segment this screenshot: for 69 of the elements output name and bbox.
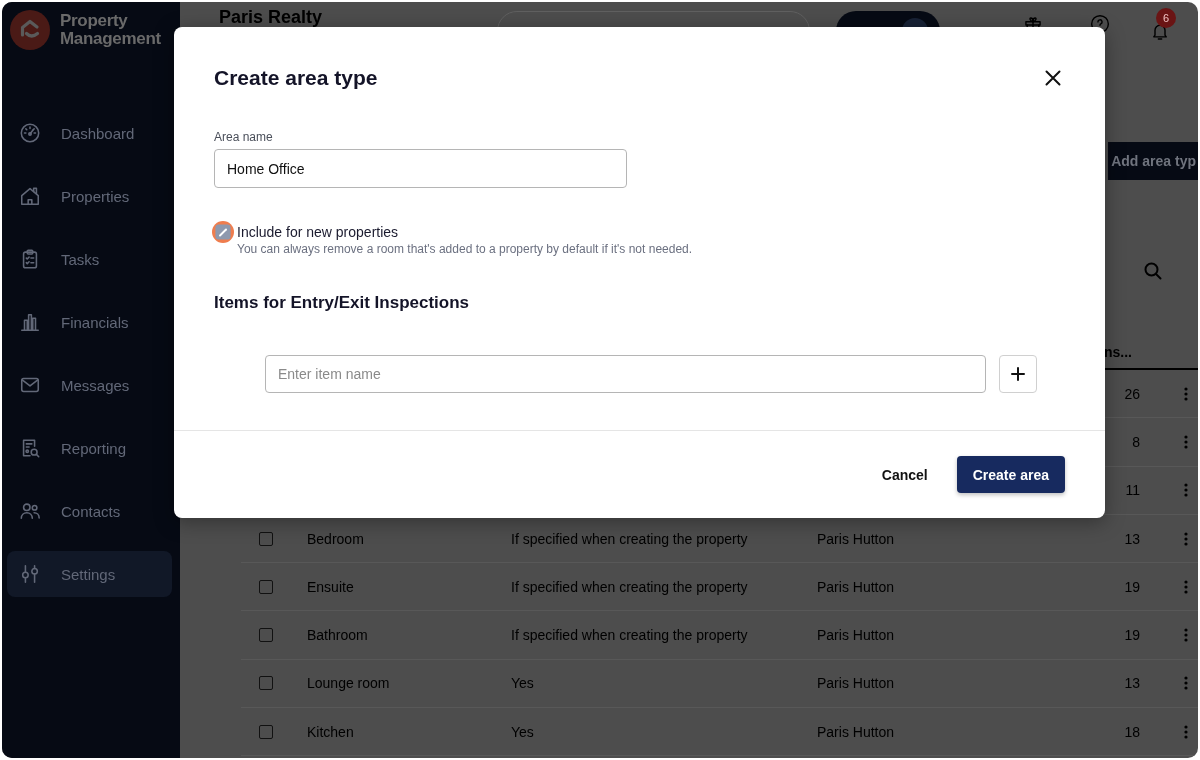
logo-icon (10, 10, 50, 50)
table-cell: Paris Hutton (817, 723, 895, 740)
page-title: Paris Realty (219, 7, 324, 27)
plus-icon (1011, 367, 1025, 381)
sidebar-item[interactable]: Financials (7, 299, 172, 345)
sidebar-item[interactable]: Messages (7, 362, 172, 408)
add-item-button[interactable] (999, 355, 1037, 393)
checkbox[interactable] (212, 221, 234, 243)
table-cell: Paris Hutton (817, 530, 895, 547)
house-icon (19, 185, 41, 207)
table-cell: 26 (1124, 385, 1140, 402)
table-cell: Lounge room (307, 675, 390, 692)
table-cell: 13 (1124, 675, 1140, 692)
cancel-button[interactable]: Cancel (869, 458, 940, 491)
table-cell: 13 (1124, 530, 1140, 547)
sidebar-item[interactable]: Contacts (7, 488, 172, 534)
brand-name: Property Management (60, 12, 162, 48)
checkbox[interactable] (259, 676, 273, 691)
sidebar-item[interactable]: Reporting (7, 425, 172, 471)
search-icon[interactable] (1144, 262, 1162, 280)
field-label: Area name (214, 129, 273, 145)
kebab-menu-icon[interactable] (1184, 676, 1188, 691)
table-cell: Yes (511, 723, 534, 740)
kebab-menu-icon[interactable] (1184, 579, 1188, 594)
kebab-menu-icon[interactable] (1184, 531, 1188, 546)
table-cell: Paris Hutton (817, 675, 895, 692)
column-header: ns... (1104, 343, 1133, 360)
people-icon (19, 500, 41, 522)
checkbox[interactable] (259, 724, 273, 739)
table-cell: Ensuite (307, 578, 354, 595)
dialog-title: Create area type (214, 65, 378, 91)
table-cell: Paris Hutton (817, 578, 895, 595)
table-cell: 19 (1124, 627, 1140, 644)
kebab-menu-icon[interactable] (1184, 628, 1188, 643)
kebab-menu-icon[interactable] (1184, 434, 1188, 449)
checkbox-label: Include for new properties (237, 223, 399, 241)
table-cell: Paris Hutton (817, 627, 895, 644)
table-cell: Kitchen (307, 723, 354, 740)
table-cell: If specified when creating the property (511, 627, 748, 644)
close-icon[interactable] (1045, 70, 1061, 86)
sidebar-item[interactable]: Settings (7, 551, 172, 597)
sliders-icon (19, 563, 41, 585)
checkbox-hint: You can always remove a room that's added to a property by default if it's not needed. (237, 241, 693, 257)
checkbox[interactable] (259, 628, 273, 643)
sidebar-item[interactable]: Properties (7, 173, 172, 219)
add-area-type-button[interactable]: Add area typ (1108, 142, 1198, 180)
kebab-menu-icon[interactable] (1184, 386, 1188, 401)
table-cell: 19 (1124, 578, 1140, 595)
kebab-menu-icon[interactable] (1184, 724, 1188, 739)
notification-badge: 6 (1156, 8, 1176, 28)
bar-chart-icon (19, 311, 41, 333)
item-name-input[interactable]: Enter item name (265, 355, 986, 393)
sidebar-item[interactable]: Tasks (7, 236, 172, 282)
gauge-icon (19, 122, 41, 144)
sidebar-item[interactable]: Dashboard (7, 110, 172, 156)
checkbox[interactable] (259, 531, 273, 546)
kebab-menu-icon[interactable] (1184, 483, 1188, 498)
section-heading: Items for Entry/Exit Inspections (214, 292, 470, 314)
checkbox[interactable] (259, 579, 273, 594)
table-cell: If specified when creating the property (511, 530, 748, 547)
table-cell: 8 (1132, 433, 1140, 450)
table-cell: Bathroom (307, 627, 368, 644)
table-cell: 11 (1125, 482, 1140, 499)
create-area-button[interactable]: Create area (956, 456, 1065, 493)
table-cell: 18 (1124, 723, 1140, 740)
area-name-input[interactable]: Home Office (214, 149, 627, 188)
table-cell: Yes (511, 675, 534, 692)
table-cell: If specified when creating the property (511, 578, 748, 595)
table-cell: Bedroom (307, 530, 364, 547)
